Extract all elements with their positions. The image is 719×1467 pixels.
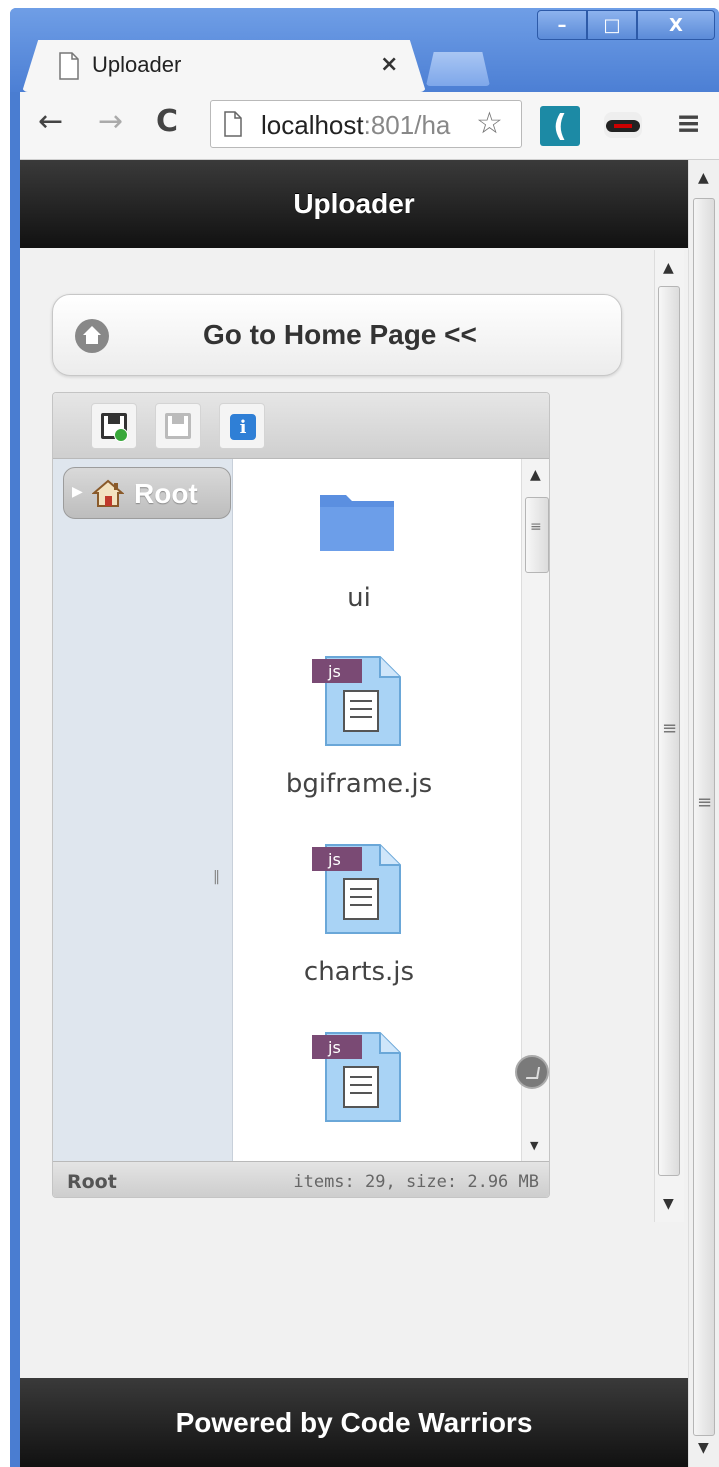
page-footer: Powered by Code Warriors [20,1378,688,1467]
expand-arrow-icon[interactable]: ▶ [72,484,83,500]
scroll-down-icon[interactable]: ▼ [698,1440,709,1456]
maximize-icon: □ [603,14,621,36]
file-manager: i ▶ Root ‖ ui js bgiframe.js js charts.j [52,392,550,1198]
url-text: localhost:801/ha [261,110,450,141]
content-scrollbar[interactable]: ▲ ≡ ▼ [654,250,684,1222]
go-home-label: Go to Home Page << [203,319,477,350]
folder-icon [320,495,394,551]
scroll-up-icon[interactable]: ▲ [663,260,674,276]
new-tab-button[interactable] [426,52,490,86]
close-window-button[interactable]: X [637,10,715,40]
js-file-icon: js [312,844,401,934]
grip-icon: ≡ [662,718,678,739]
maximize-button[interactable]: □ [587,10,637,40]
js-file-icon: js [312,1032,401,1122]
file-name: bgiframe.js [285,769,433,799]
plus-icon [114,428,128,442]
tree-root-node[interactable]: ▶ Root [63,467,231,519]
browser-tab[interactable] [22,40,426,92]
page-title: Uploader [293,188,415,219]
grip-icon: ≡ [697,792,713,813]
scroll-down-icon[interactable]: ▼ [530,1139,538,1152]
browser-window: – □ X Uploader × ← → C localhost:801/ha … [0,0,719,1467]
svg-text:js: js [327,850,341,869]
scroll-down-icon[interactable]: ▼ [663,1196,674,1212]
save-icon [165,413,191,439]
save-button[interactable] [155,403,201,449]
scrollbar-thumb[interactable] [525,497,549,573]
file-manager-toolbar: i [53,393,549,459]
mask-icon [606,120,640,132]
minimize-button[interactable]: – [537,10,587,40]
status-bar: Root items: 29, size: 2.96 MB [53,1161,549,1197]
info-button[interactable]: i [219,403,265,449]
tab-close-icon[interactable]: × [380,52,398,77]
folder-tree: ▶ Root ‖ [53,459,233,1161]
resize-handle-icon[interactable] [515,1055,549,1089]
menu-icon[interactable]: ≡ [676,106,701,141]
home-icon [75,319,109,353]
scroll-up-icon[interactable]: ▲ [530,467,541,483]
page-scrollbar[interactable]: ▲ ≡ ▼ [688,160,719,1467]
url-path: :801/ha [363,110,451,140]
file-name: ui [347,583,371,613]
footer-text: Powered by Code Warriors [175,1406,533,1438]
js-file-icon: js [312,656,401,746]
url-host: localhost [261,110,364,140]
page-header: Uploader [20,160,688,248]
tree-root-label: Root [134,478,198,509]
page-icon [224,111,242,137]
scrollbar-thumb[interactable] [693,198,715,1436]
go-home-button[interactable]: Go to Home Page << [52,294,622,376]
close-icon: X [669,14,683,36]
minimize-icon: – [557,14,567,36]
info-icon: i [230,414,256,440]
save-new-button[interactable] [91,403,137,449]
file-list: ui js bgiframe.js js charts.js js [234,459,521,1161]
reload-icon[interactable]: C [156,104,178,139]
status-path: Root [67,1171,117,1193]
home-icon [92,479,124,507]
grip-icon: ≡ [530,519,542,535]
file-name: charts.js [303,957,415,987]
splitter-handle[interactable]: ‖ [213,869,220,885]
bookmark-star-icon[interactable]: ☆ [476,106,503,141]
scroll-up-icon[interactable]: ▲ [698,170,709,186]
back-icon[interactable]: ← [38,104,63,139]
extension-glyph: ( [553,108,567,144]
forward-icon[interactable]: → [98,104,123,139]
svg-text:js: js [327,1038,341,1057]
extension-icon[interactable]: ( [540,106,580,146]
page-icon [59,52,79,80]
status-info: items: 29, size: 2.96 MB [293,1172,539,1192]
svg-text:js: js [327,662,341,681]
incognito-extension-icon[interactable] [604,112,642,138]
tab-title: Uploader [92,52,182,77]
